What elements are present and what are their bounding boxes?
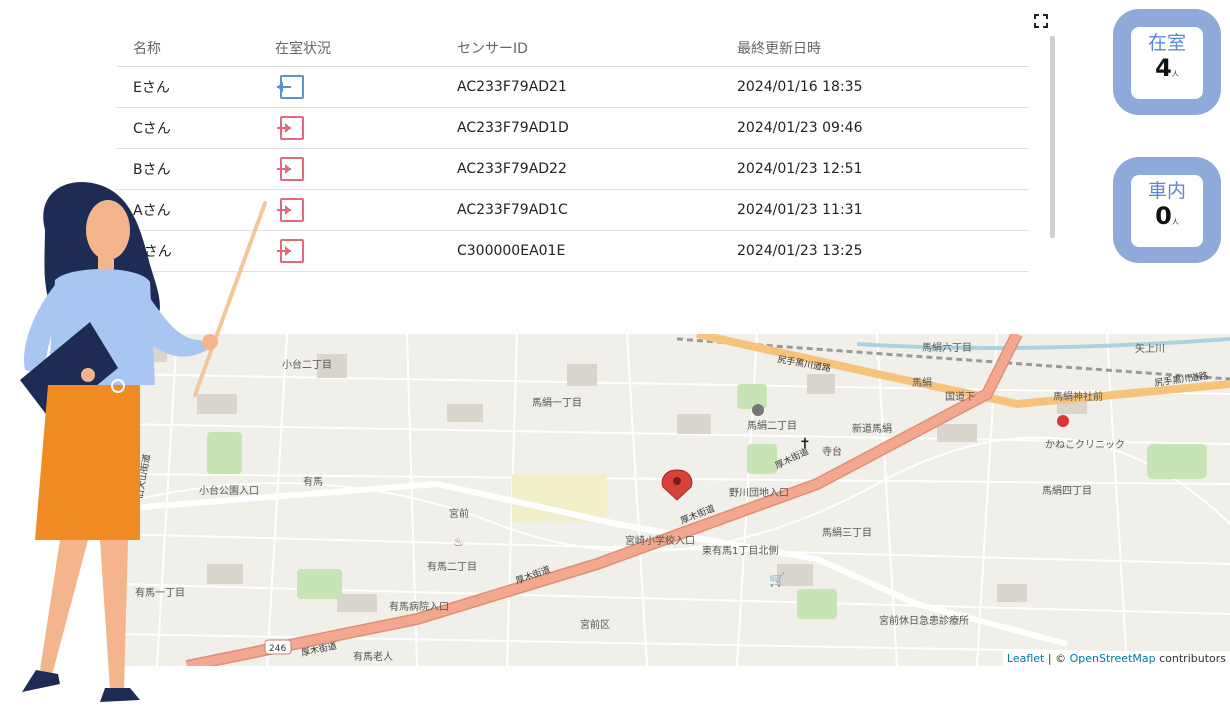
map-label: 有馬病院入口	[389, 600, 449, 613]
map-label: 宮前休日急患診療所	[879, 614, 969, 627]
cell-sensor-id: AC233F79AD22	[441, 148, 721, 190]
in-car-label: 車内	[1147, 180, 1186, 202]
cell-name: Eさん	[117, 66, 259, 108]
hand	[202, 334, 218, 350]
cell-updated: 2024/01/23 12:51	[721, 148, 1029, 190]
map-label: 宮前	[449, 507, 469, 520]
attribution-rest: contributors	[1155, 652, 1226, 665]
cell-sensor-id: AC233F79AD21	[441, 66, 721, 108]
cell-updated: 2024/01/23 13:25	[721, 230, 1029, 272]
table-row[interactable]: Eさん AC233F79AD21 2024/01/16 18:35	[117, 66, 1029, 108]
table-row[interactable]: Cさん AC233F79AD1D 2024/01/23 09:46	[117, 107, 1029, 149]
table-scrollbar[interactable]	[1050, 36, 1055, 238]
map-label: 新道馬絹	[852, 422, 892, 435]
school-area	[512, 474, 607, 522]
column-header-sensor-id[interactable]: センサーID	[441, 30, 721, 67]
in-car-count: 0	[1155, 202, 1172, 230]
map[interactable]: 小台二丁目 馬絹一丁目 馬絹二丁目 馬絹六丁目 馬絹四丁目 馬絹三丁目 有馬二丁…	[117, 334, 1230, 666]
exit-room-icon	[277, 116, 304, 140]
osm-link[interactable]: OpenStreetMap	[1070, 652, 1156, 665]
map-label: 有馬二丁目	[427, 560, 477, 573]
in-car-unit: 人	[1171, 218, 1179, 226]
map-label: 馬絹三丁目	[822, 526, 872, 539]
fullscreen-icon[interactable]	[1034, 14, 1048, 28]
pointer-stick	[193, 201, 267, 397]
map-label: 宮崎小学校入口	[625, 534, 695, 547]
map-label: 宮前区	[580, 618, 610, 631]
shoe	[100, 688, 140, 702]
shoe	[22, 670, 60, 692]
cell-updated: 2024/01/16 18:35	[721, 66, 1029, 108]
fire-station-icon: ♨	[453, 535, 464, 549]
location-marker-icon[interactable]	[661, 469, 693, 501]
attribution-separator: | ©	[1044, 652, 1070, 665]
face	[86, 200, 130, 260]
in-car-counter-panel: 車内 0人	[1131, 175, 1203, 247]
column-header-status[interactable]: 在室状況	[259, 30, 441, 67]
map-label: 馬絹一丁目	[532, 396, 582, 409]
in-car-counter: 車内 0人	[1113, 157, 1221, 263]
map-attribution: Leaflet | © OpenStreetMap contributors	[1002, 651, 1230, 666]
cell-status	[259, 230, 441, 272]
church-icon: ✝	[799, 436, 811, 452]
shopping-cart-icon: 🛒	[769, 572, 785, 588]
map-label: 有馬	[303, 475, 323, 488]
enter-room-icon	[277, 75, 304, 99]
river	[856, 337, 1230, 350]
map-label: 有馬老人	[353, 650, 393, 663]
cell-status	[259, 107, 441, 149]
map-label: 東有馬1丁目北側	[702, 544, 778, 557]
map-label: 寺台	[822, 445, 842, 458]
in-room-unit: 人	[1171, 70, 1179, 78]
map-label: 馬絹	[912, 376, 932, 389]
in-room-counter: 在室 4人	[1113, 9, 1221, 115]
cell-sensor-id: AC233F79AD1D	[441, 107, 721, 149]
table-header-row: 名称 在室状況 センサーID 最終更新日時	[117, 30, 1029, 67]
map-label: 小台二丁目	[282, 358, 332, 371]
in-room-count: 4	[1155, 54, 1172, 82]
map-streets	[117, 334, 1230, 666]
cell-status	[259, 189, 441, 231]
map-label: 馬絹二丁目	[747, 419, 797, 432]
cell-updated: 2024/01/23 11:31	[721, 189, 1029, 231]
map-label: 矢上川	[1135, 342, 1165, 355]
map-canvas[interactable]: 小台二丁目 馬絹一丁目 馬絹二丁目 馬絹六丁目 馬絹四丁目 馬絹三丁目 有馬二丁…	[117, 334, 1230, 666]
map-label: 国道下	[945, 390, 975, 403]
cell-updated: 2024/01/23 09:46	[721, 107, 1029, 149]
skirt	[35, 385, 140, 540]
map-label: 馬絹神社前	[1053, 390, 1103, 403]
in-room-label: 在室	[1147, 32, 1186, 54]
column-header-name[interactable]: 名称	[117, 30, 259, 67]
cell-status	[259, 148, 441, 190]
clinic-icon	[1057, 415, 1069, 427]
cell-sensor-id: AC233F79AD1C	[441, 189, 721, 231]
map-label: 馬絹四丁目	[1042, 484, 1092, 497]
shrine-icon	[752, 404, 764, 416]
map-label: 馬絹六丁目	[922, 341, 972, 354]
presenter-illustration	[20, 182, 267, 702]
map-label: 野川団地入口	[729, 486, 789, 499]
cell-sensor-id: C300000EA01E	[441, 230, 721, 272]
map-label: かねこクリニック	[1045, 439, 1125, 451]
cell-name: Cさん	[117, 107, 259, 149]
in-room-counter-panel: 在室 4人	[1131, 27, 1203, 99]
column-header-updated[interactable]: 最終更新日時	[721, 30, 1029, 67]
leaflet-link[interactable]: Leaflet	[1007, 652, 1044, 665]
cell-status	[259, 66, 441, 108]
